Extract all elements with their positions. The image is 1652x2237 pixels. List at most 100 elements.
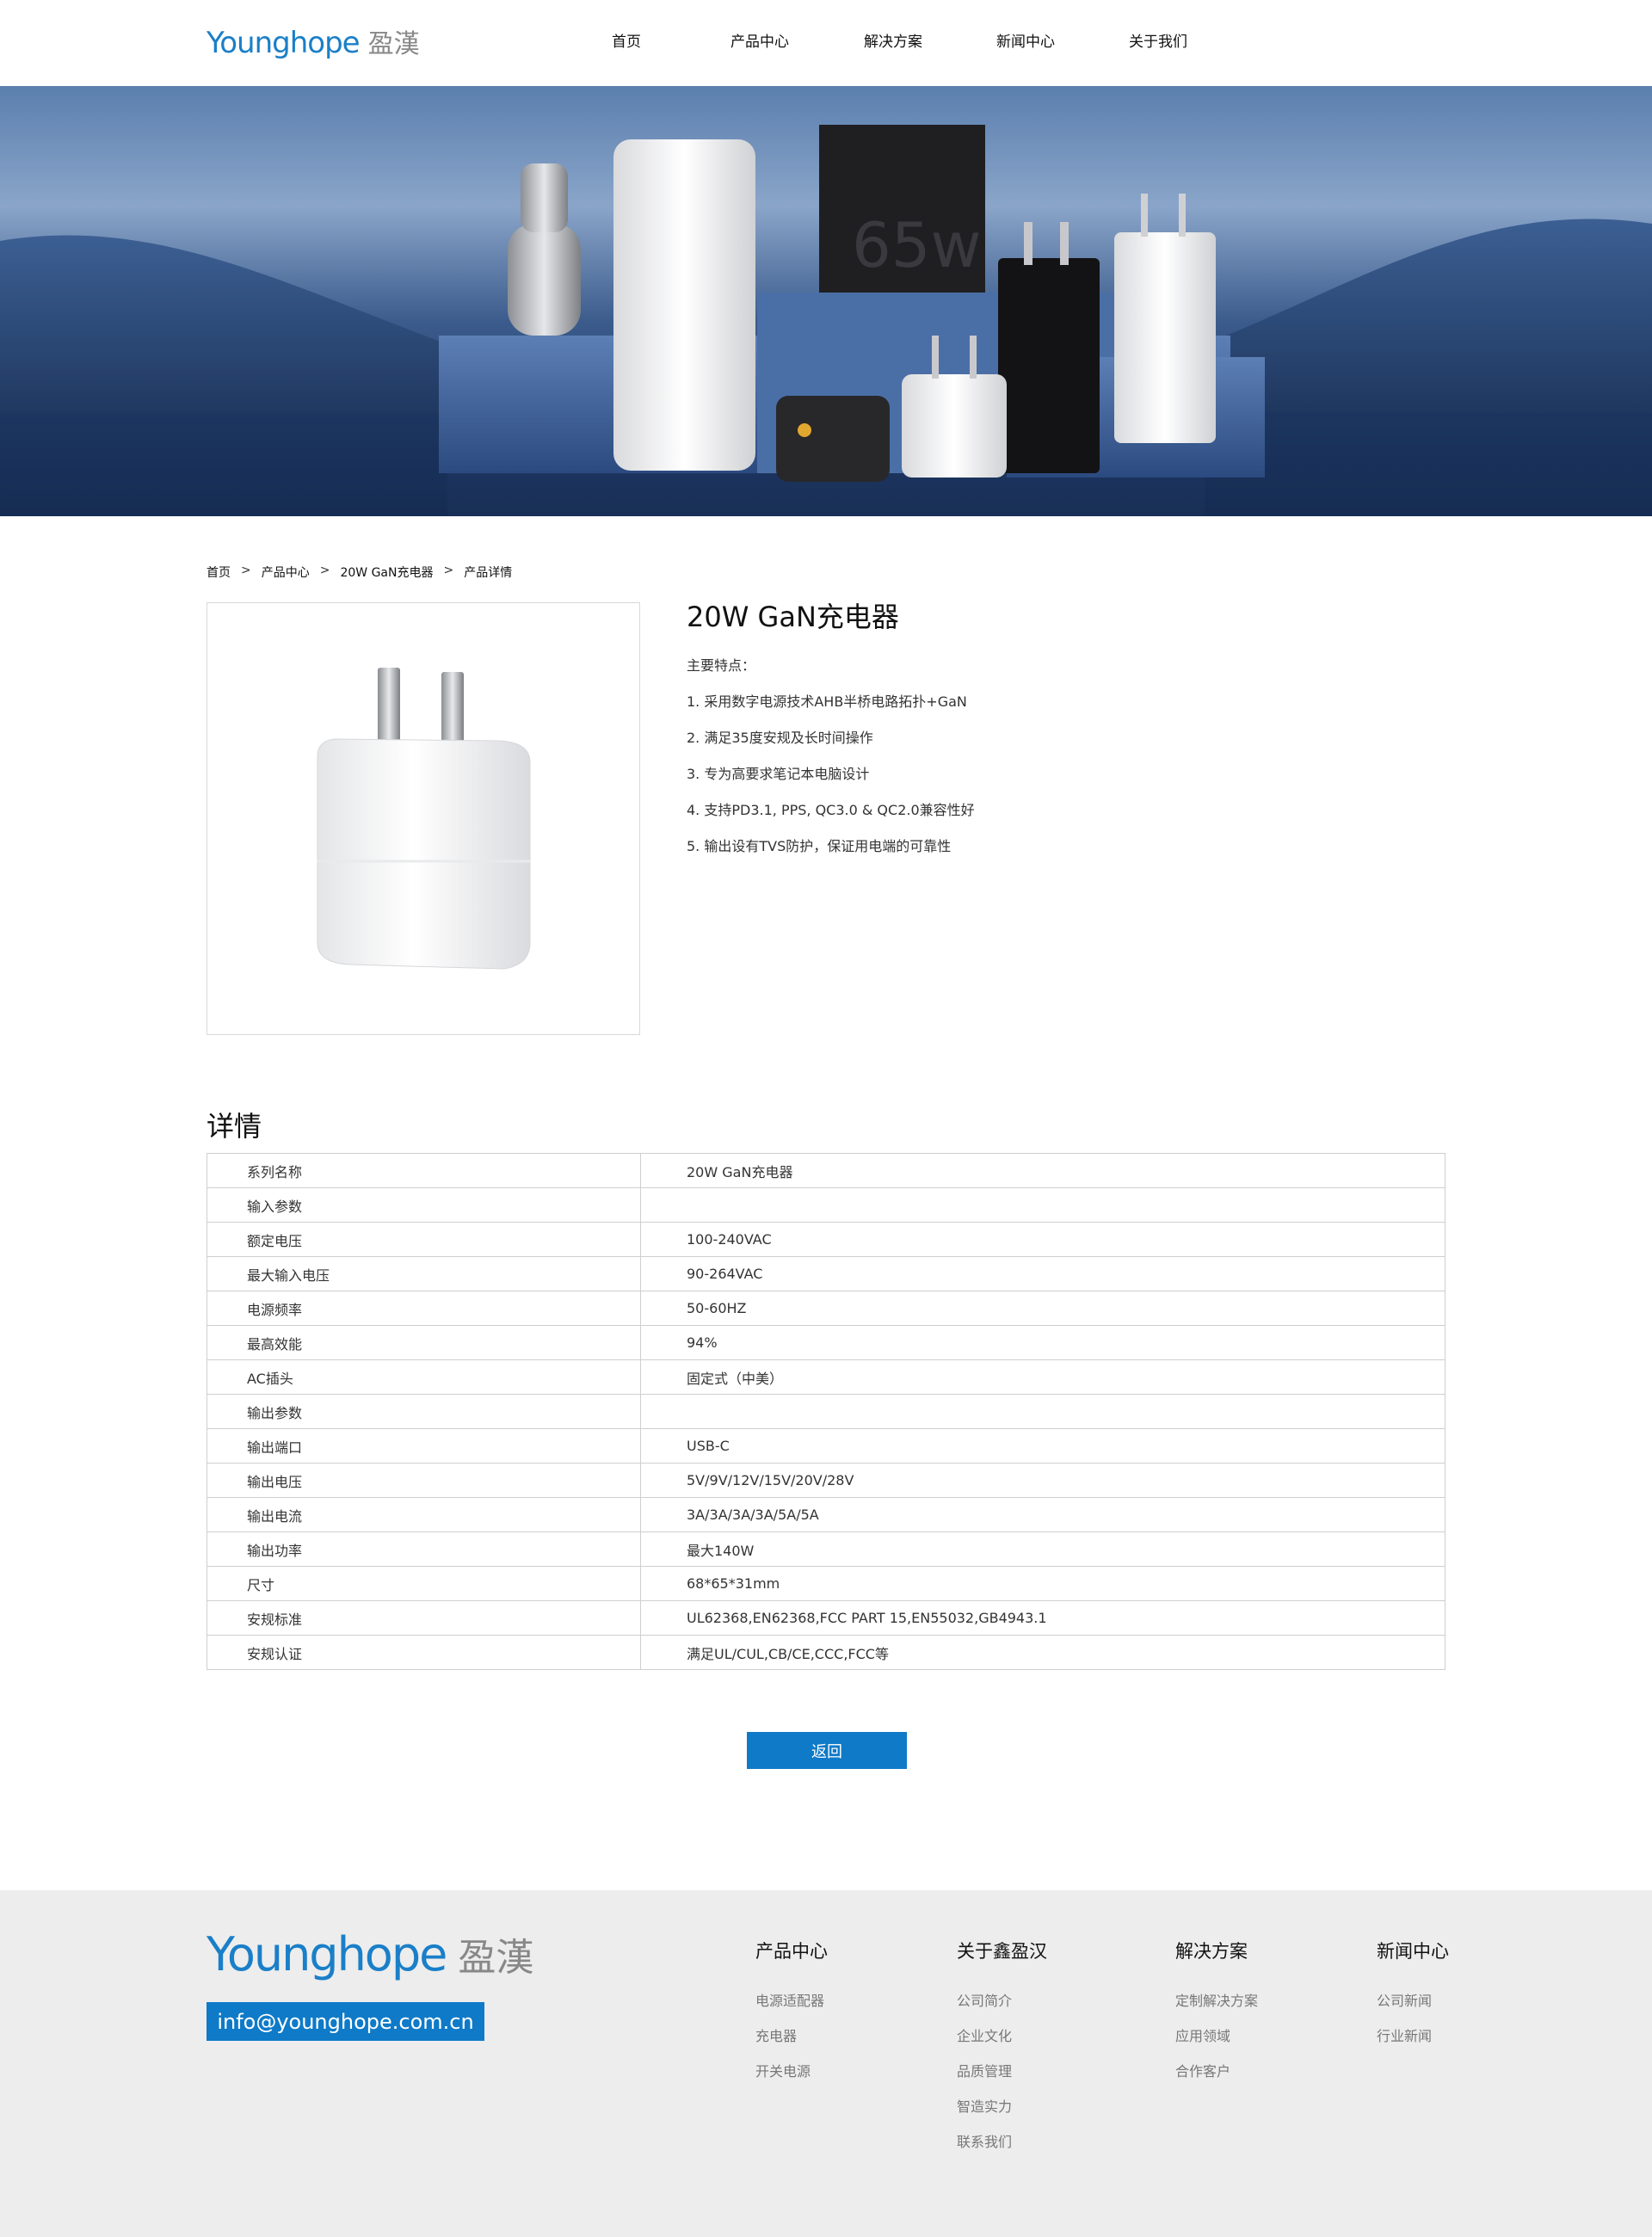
table-row: 安规认证 满足UL/CUL,CB/CE,CCC,FCC等 xyxy=(206,1635,1446,1670)
spec-key: AC插头 xyxy=(206,1359,641,1395)
spec-value: UL62368,EN62368,FCC PART 15,EN55032,GB49… xyxy=(640,1600,1446,1636)
footer-link[interactable]: 开关电源 xyxy=(755,2060,828,2080)
spec-value: 20W GaN充电器 xyxy=(640,1153,1446,1188)
white-charger-image xyxy=(1114,232,1216,443)
banner-65w-label: 65w xyxy=(852,209,982,281)
spec-value: 68*65*31mm xyxy=(640,1566,1446,1601)
breadcrumb: 首页 > 产品中心 > 20W GaN充电器 > 产品详情 xyxy=(206,564,512,581)
spec-value: 100-240VAC xyxy=(640,1222,1446,1257)
banner-illustration: 65w xyxy=(0,125,1652,516)
detail-section-title: 详情 xyxy=(206,1110,262,1143)
footer-link[interactable]: 智造实力 xyxy=(957,2095,1047,2116)
breadcrumb-current: 产品详情 xyxy=(464,566,513,580)
footer-link[interactable]: 充电器 xyxy=(755,2024,828,2045)
feature-item: 1. 采用数字电源技术AHB半桥电路拓扑+GaN xyxy=(687,693,967,710)
footer-link[interactable]: 企业文化 xyxy=(957,2024,1047,2045)
footer-link[interactable]: 品质管理 xyxy=(957,2060,1047,2080)
table-row: 尺寸 68*65*31mm xyxy=(206,1566,1446,1601)
table-row: 最高效能 94% xyxy=(206,1325,1446,1360)
table-row: 输出功率 最大140W xyxy=(206,1531,1446,1567)
footer-link[interactable]: 联系我们 xyxy=(957,2130,1047,2151)
black-charger-image xyxy=(998,258,1100,473)
nav-home[interactable]: 首页 xyxy=(612,29,641,51)
spec-value: USB-C xyxy=(640,1428,1446,1464)
spec-key: 输出功率 xyxy=(206,1531,641,1567)
nav-news[interactable]: 新闻中心 xyxy=(996,29,1055,51)
spec-key: 输出电流 xyxy=(206,1497,641,1532)
breadcrumb-home[interactable]: 首页 xyxy=(206,564,231,581)
spec-key: 输出电压 xyxy=(206,1463,641,1498)
breadcrumb-products[interactable]: 产品中心 xyxy=(262,564,310,581)
product-title: 20W GaN充电器 xyxy=(687,601,899,633)
spec-value: 94% xyxy=(640,1325,1446,1360)
spec-value: 固定式（中美） xyxy=(640,1359,1446,1395)
site-footer: Younghope 盈漢 info@younghope.com.cn 产品中心 … xyxy=(0,1890,1652,2237)
spec-value: 5V/9V/12V/15V/20V/28V xyxy=(640,1463,1446,1498)
spec-key: 安规认证 xyxy=(206,1635,641,1670)
footer-col-title: 新闻中心 xyxy=(1377,1941,1449,1962)
table-row: 安规标准 UL62368,EN62368,FCC PART 15,EN55032,… xyxy=(206,1600,1446,1636)
spec-key: 安规标准 xyxy=(206,1600,641,1636)
spec-value: 50-60HZ xyxy=(640,1291,1446,1326)
breadcrumb-separator: > xyxy=(241,564,251,577)
car-charger-image xyxy=(508,224,581,336)
site-logo[interactable]: Younghope 盈漢 xyxy=(206,22,420,60)
footer-link[interactable]: 公司简介 xyxy=(957,1989,1047,2010)
product-info: 20W GaN充电器 主要特点： 1. 采用数字电源技术AHB半桥电路拓扑+Ga… xyxy=(687,595,1375,871)
table-row: 输出端口 USB-C xyxy=(206,1428,1446,1464)
spec-table: 系列名称 20W GaN充电器 输入参数 额定电压 100-240VAC 最大输入电… xyxy=(206,1153,1446,1670)
logo-text-en: Younghope xyxy=(206,26,361,60)
footer-logo[interactable]: Younghope 盈漢 xyxy=(206,1926,533,1981)
spec-value: 3A/3A/3A/3A/5A/5A xyxy=(640,1497,1446,1532)
spec-key: 额定电压 xyxy=(206,1222,641,1257)
footer-link[interactable]: 电源适配器 xyxy=(755,1989,828,2010)
feature-item: 3. 专为高要求笔记本电脑设计 xyxy=(687,766,870,782)
footer-col-title: 解决方案 xyxy=(1175,1941,1248,1962)
charger-body xyxy=(317,738,531,970)
small-black-charger-image xyxy=(776,396,890,482)
nav-about[interactable]: 关于我们 xyxy=(1129,29,1187,51)
footer-email[interactable]: info@younghope.com.cn xyxy=(206,2002,484,2041)
table-row: AC插头 固定式（中美） xyxy=(206,1359,1446,1395)
feature-item: 2. 满足35度安规及长时间操作 xyxy=(687,730,873,746)
table-row: 输出参数 xyxy=(206,1394,1446,1429)
footer-link[interactable]: 合作客户 xyxy=(1175,2060,1258,2080)
product-image-frame xyxy=(206,602,640,1035)
footer-col-title: 产品中心 xyxy=(755,1941,828,1962)
footer-col-about: 关于鑫盈汉 公司简介 企业文化 品质管理 智造实力 联系我们 xyxy=(957,1938,1047,2166)
feature-item: 5. 输出设有TVS防护，保证用电端的可靠性 xyxy=(687,838,952,854)
breadcrumb-product-name[interactable]: 20W GaN充电器 xyxy=(340,564,433,581)
footer-link[interactable]: 定制解决方案 xyxy=(1175,1989,1258,2010)
spec-value xyxy=(640,1394,1446,1429)
spec-key: 电源频率 xyxy=(206,1291,641,1326)
back-button[interactable]: 返回 xyxy=(747,1732,907,1769)
footer-col-products: 产品中心 电源适配器 充电器 开关电源 xyxy=(755,1938,828,2095)
table-row: 输出电压 5V/9V/12V/15V/20V/28V xyxy=(206,1463,1446,1498)
table-row: 最大输入电压 90-264VAC xyxy=(206,1256,1446,1291)
footer-link[interactable]: 应用领域 xyxy=(1175,2024,1258,2045)
spec-value xyxy=(640,1187,1446,1223)
features-heading: 主要特点： xyxy=(687,657,756,674)
table-row: 电源频率 50-60HZ xyxy=(206,1291,1446,1326)
footer-link[interactable]: 公司新闻 xyxy=(1377,1989,1449,2010)
spec-value: 最大140W xyxy=(640,1531,1446,1567)
logo-text-cn: 盈漢 xyxy=(367,29,420,59)
table-row: 系列名称 20W GaN充电器 xyxy=(206,1153,1446,1188)
spec-value: 90-264VAC xyxy=(640,1256,1446,1291)
hero-banner: 65w xyxy=(0,86,1652,516)
small-white-charger-image xyxy=(902,374,1007,478)
product-image xyxy=(317,668,531,970)
spec-key: 最大输入电压 xyxy=(206,1256,641,1291)
table-row: 输入参数 xyxy=(206,1187,1446,1223)
breadcrumb-separator: > xyxy=(443,564,454,577)
table-row: 额定电压 100-240VAC xyxy=(206,1222,1446,1257)
site-header: Younghope 盈漢 首页 产品中心 解决方案 新闻中心 关于我们 xyxy=(0,0,1652,86)
nav-solutions[interactable]: 解决方案 xyxy=(864,29,922,51)
spec-key: 最高效能 xyxy=(206,1325,641,1360)
breadcrumb-separator: > xyxy=(319,564,330,577)
footer-link[interactable]: 行业新闻 xyxy=(1377,2024,1449,2045)
table-row: 输出电流 3A/3A/3A/3A/5A/5A xyxy=(206,1497,1446,1532)
footer-logo-text-cn: 盈漢 xyxy=(458,1936,534,1980)
spec-value: 满足UL/CUL,CB/CE,CCC,FCC等 xyxy=(640,1635,1446,1670)
nav-products[interactable]: 产品中心 xyxy=(730,29,789,51)
